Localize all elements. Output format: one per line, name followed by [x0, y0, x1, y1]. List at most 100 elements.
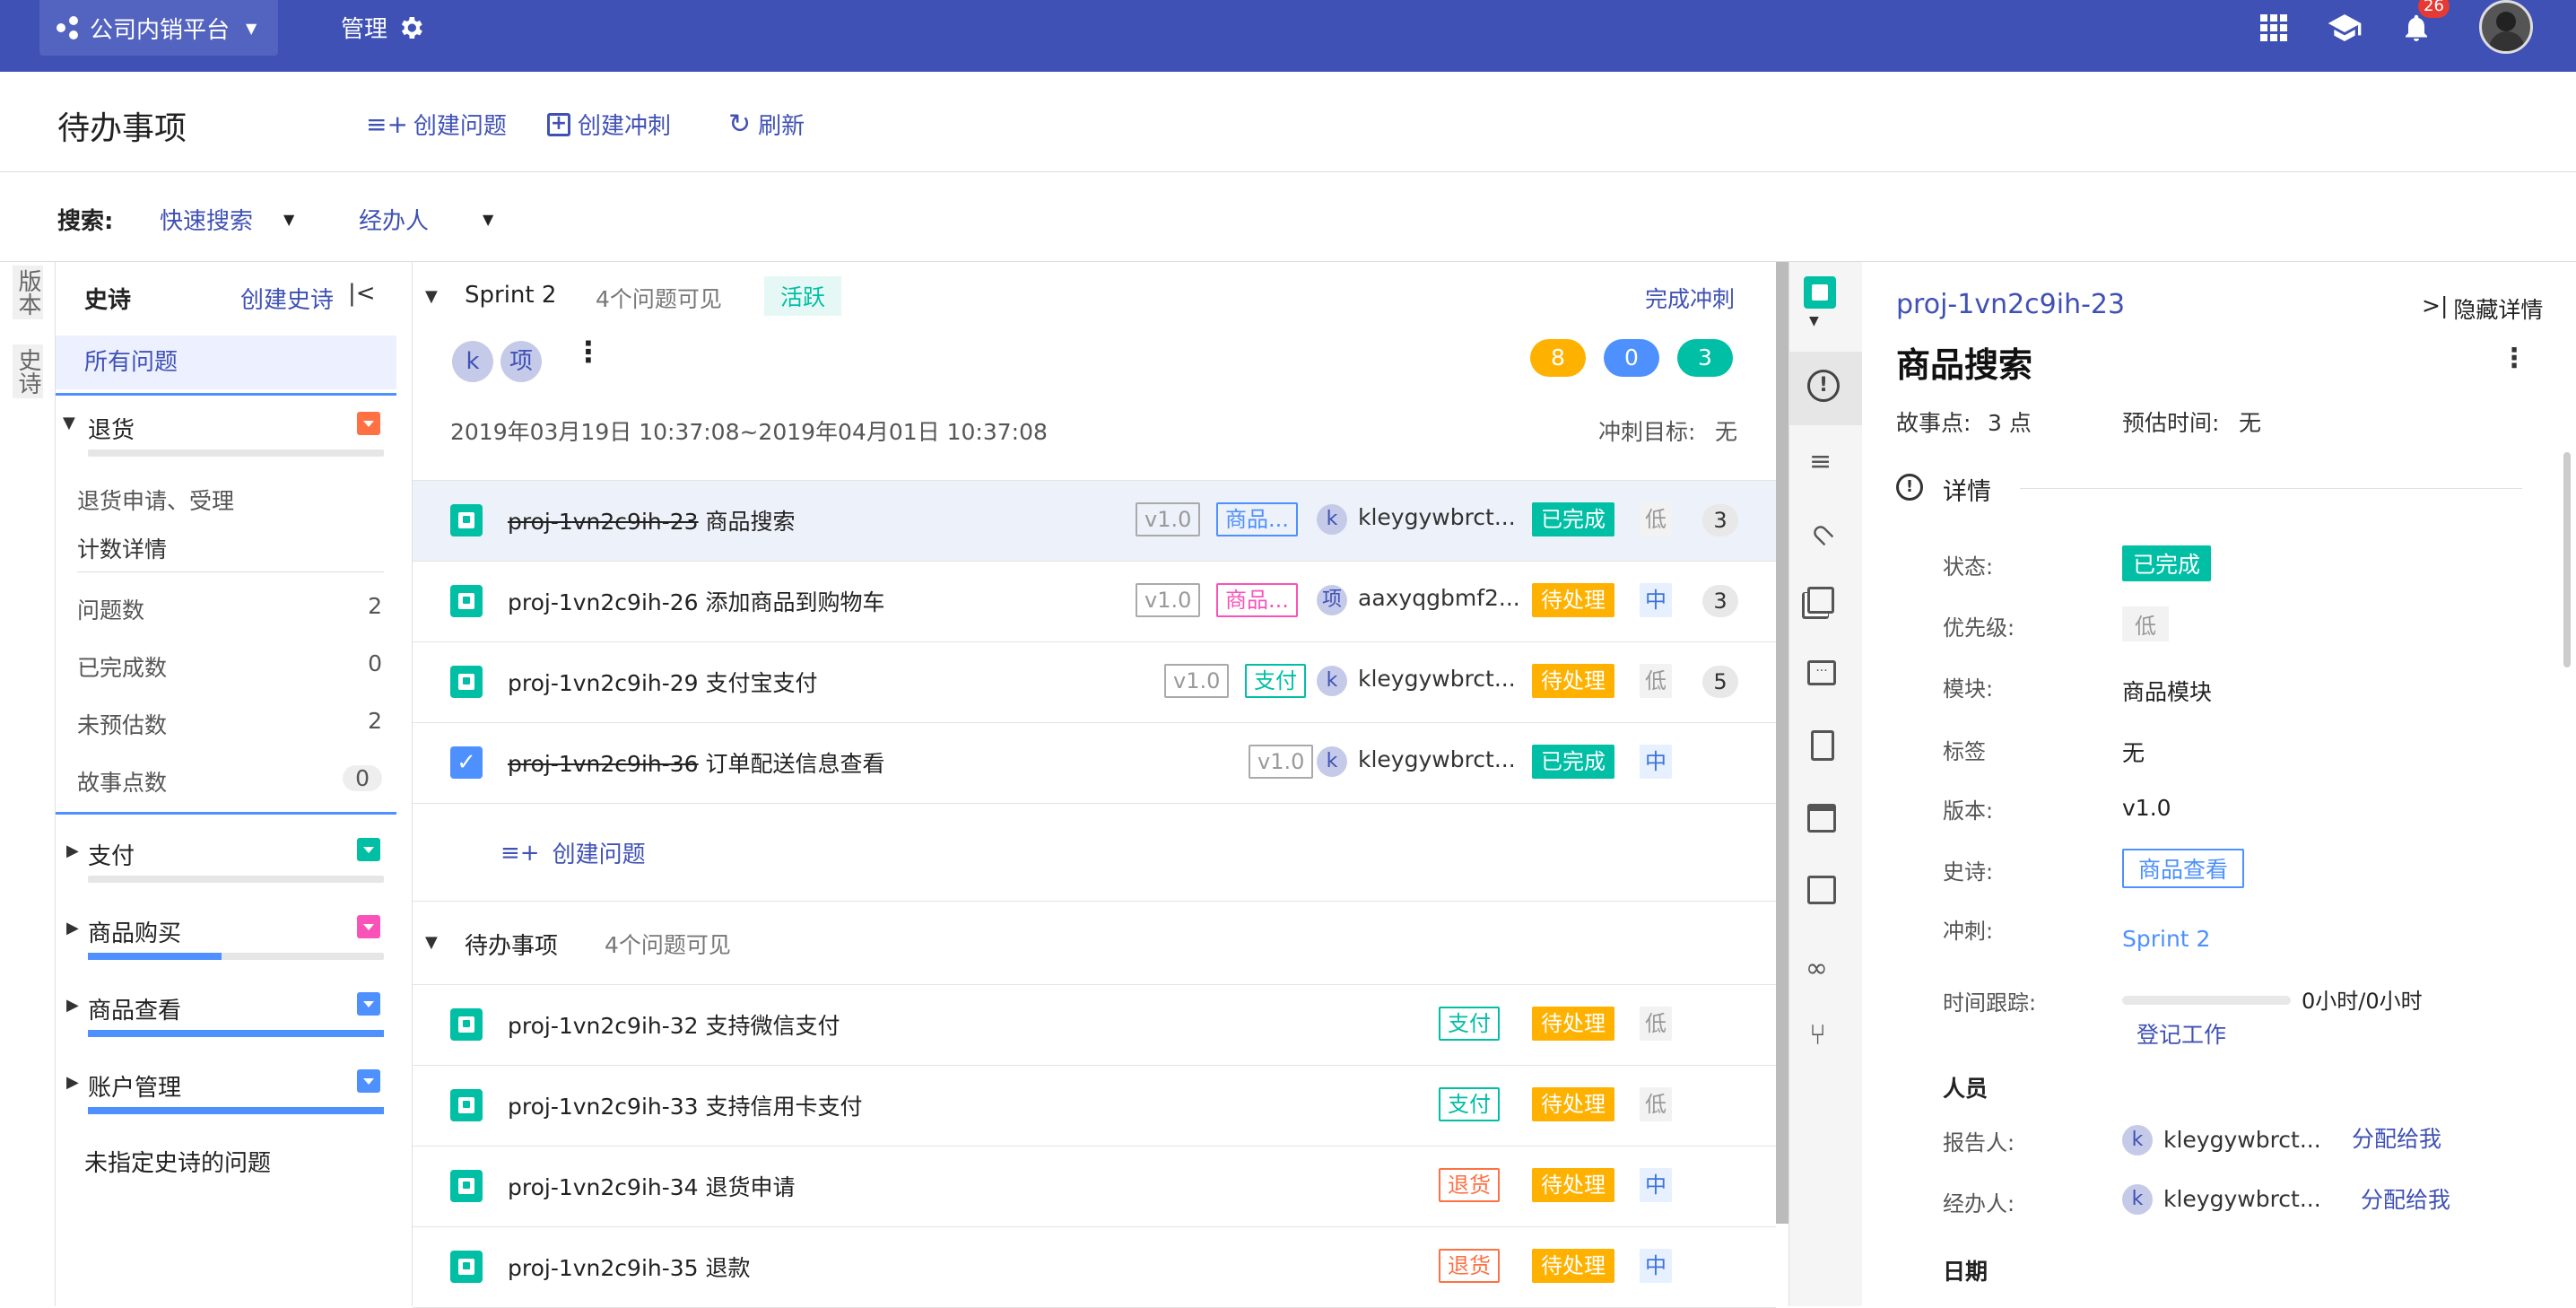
caret-down-icon[interactable]: ▼	[425, 933, 438, 952]
epic-color-swatch[interactable]	[357, 838, 380, 861]
tab-epic[interactable]: 史诗	[13, 344, 43, 398]
graduation-cap-icon[interactable]	[2327, 13, 2363, 43]
issue-row[interactable]: proj-1vn2c9ih-26 添加商品到购物车 v1.0 商品... 项 a…	[413, 562, 1776, 642]
complete-sprint-button[interactable]: 完成冲刺	[1645, 282, 1735, 314]
detail-issue-title[interactable]: 商品搜索	[1896, 337, 2032, 387]
epic-item-payment[interactable]: ▶ 支付	[56, 831, 396, 903]
module-value[interactable]: 商品模块	[2122, 675, 2212, 707]
epic-tag: 退货	[1439, 1168, 1500, 1202]
status-badge: 待处理	[1532, 1007, 1614, 1041]
status-value[interactable]: 已完成	[2122, 545, 2212, 581]
create-issue-inline-button[interactable]: ≡+ 创建问题	[500, 836, 646, 869]
issue-row[interactable]: proj-1vn2c9ih-29 支付宝支付 v1.0 支付 k kleygyw…	[413, 642, 1776, 723]
issue-title[interactable]: proj-1vn2c9ih-36 订单配送信息查看	[508, 746, 885, 779]
issue-title[interactable]: proj-1vn2c9ih-29 支付宝支付	[508, 666, 818, 698]
issue-title[interactable]: proj-1vn2c9ih-34 退货申请	[508, 1170, 796, 1202]
epic-item-account[interactable]: ▶ 账户管理	[56, 1062, 396, 1134]
info-icon[interactable]: !	[1807, 370, 1840, 402]
log-work-button[interactable]: 登记工作	[2137, 1017, 2226, 1050]
epic-item-product-purchase[interactable]: ▶ 商品购买	[56, 908, 396, 980]
all-issues-item[interactable]: 所有问题	[56, 336, 396, 389]
more-vert-icon[interactable]: ⋮	[574, 337, 603, 366]
detail-scrollbar[interactable]	[2563, 452, 2571, 667]
assignee-avatar: 项	[1317, 585, 1347, 615]
issue-type-selector[interactable]: ▼	[1802, 276, 1841, 330]
version-value[interactable]: v1.0	[2122, 795, 2171, 821]
issue-row[interactable]: proj-1vn2c9ih-32 支持微信支付 支付 待处理 低	[413, 985, 1776, 1066]
time-tracking-label: 时间跟踪:	[1943, 990, 2037, 1016]
branch-icon[interactable]: ⑂	[1809, 1017, 1826, 1051]
copy-icon[interactable]	[1807, 876, 1836, 904]
issue-title[interactable]: proj-1vn2c9ih-35 退款	[508, 1251, 751, 1283]
create-epic-button[interactable]: 创建史诗	[240, 282, 334, 315]
issue-title[interactable]: proj-1vn2c9ih-33 支持信用卡支付	[508, 1089, 863, 1121]
priority-badge: 低	[1640, 502, 1672, 536]
epic-item-return[interactable]: ▼ 退货 退货申请、受理 计数详情 问题数 2 已完成数 0 未预估数 2 故事…	[56, 393, 396, 815]
assign-to-me-button[interactable]: 分配给我	[2361, 1182, 2450, 1215]
create-issue-button[interactable]: ≡+ 创建问题	[366, 108, 507, 141]
manage-button[interactable]: 管理	[341, 11, 425, 44]
apps-grid-icon[interactable]	[2260, 14, 2287, 41]
issue-title[interactable]: proj-1vn2c9ih-23 商品搜索	[508, 504, 796, 536]
description-icon[interactable]: ≡	[1809, 449, 1832, 475]
assignee-avatar: k	[1317, 504, 1347, 535]
refresh-label: 刷新	[758, 113, 805, 140]
priority-value[interactable]: 低	[2122, 606, 2169, 641]
issue-title[interactable]: proj-1vn2c9ih-32 支持微信支付	[508, 1008, 840, 1041]
caret-down-icon: ▼	[63, 414, 75, 432]
stat-label: 问题数	[77, 597, 145, 623]
issue-row[interactable]: proj-1vn2c9ih-34 退货申请 退货 待处理 中	[413, 1147, 1776, 1227]
issue-row[interactable]: proj-1vn2c9ih-35 退款 退货 待处理 中	[413, 1227, 1776, 1308]
detail-icon-bar: ▼ ! ≡ ⊂ ··· ∞ ⑂	[1788, 262, 1863, 1306]
link-icon[interactable]: ∞	[1806, 953, 1828, 984]
epic-color-swatch[interactable]	[357, 1069, 380, 1093]
epic-progress-fill	[88, 1107, 384, 1114]
sprint-avatar[interactable]: 项	[500, 341, 542, 382]
scrollbar[interactable]	[1776, 262, 1788, 1224]
epic-color-swatch[interactable]	[357, 412, 380, 435]
epic-value[interactable]: 商品查看	[2122, 849, 2245, 888]
issue-row[interactable]: ✓ proj-1vn2c9ih-36 订单配送信息查看 v1.0 k kleyg…	[413, 723, 1776, 804]
epic-item-product-view[interactable]: ▶ 商品查看	[56, 985, 396, 1057]
reporter-name[interactable]: kleygywbrct...	[2163, 1127, 2321, 1153]
assignee-avatar: k	[1317, 666, 1347, 696]
detail-issue-key[interactable]: proj-1vn2c9ih-23	[1896, 289, 2125, 320]
issue-row[interactable]: proj-1vn2c9ih-23 商品搜索 v1.0 商品... k kleyg…	[413, 481, 1776, 562]
assign-to-me-button[interactable]: 分配给我	[2352, 1121, 2441, 1154]
comment-icon[interactable]: ···	[1807, 660, 1836, 685]
sprint-avatar[interactable]: k	[452, 341, 493, 382]
priority-badge: 中	[1640, 1249, 1672, 1283]
backlog-list: ▼ Sprint 2 4个问题可见 活跃 完成冲刺 k 项 ⋮ 8 0 3 20…	[413, 262, 1776, 1308]
quick-search-dropdown[interactable]: 快速搜索 ▼	[160, 203, 294, 236]
count-details-heading: 计数详情	[77, 532, 384, 572]
assignee-name[interactable]: kleygywbrct...	[2163, 1186, 2321, 1212]
stat-row: 已完成数 0	[77, 650, 382, 683]
caret-down-icon[interactable]: ▼	[425, 287, 438, 306]
refresh-button[interactable]: ↻ 刷新	[728, 108, 805, 141]
issue-title[interactable]: proj-1vn2c9ih-26 添加商品到购物车	[508, 585, 885, 617]
unassigned-epic-issues[interactable]: 未指定史诗的问题	[84, 1145, 271, 1178]
library-icon[interactable]	[1807, 587, 1834, 614]
tab-version[interactable]: 版本	[13, 266, 43, 319]
user-avatar[interactable]	[2479, 0, 2533, 54]
labels-value[interactable]: 无	[2122, 736, 2145, 768]
collapse-panel-icon[interactable]: |<	[348, 280, 376, 307]
time-tracking-value: 0小时/0小时	[2302, 989, 2423, 1014]
epic-color-swatch[interactable]	[357, 992, 380, 1016]
epic-name: 支付	[88, 843, 135, 870]
clipboard-icon[interactable]	[1811, 730, 1834, 761]
stat-label: 故事点数	[77, 770, 168, 796]
calendar-icon[interactable]	[1807, 804, 1836, 833]
epic-label: 史诗:	[1943, 859, 1994, 885]
hide-details-button[interactable]: >| 隐藏详情	[2422, 292, 2543, 325]
attachment-icon[interactable]: ⊂	[1802, 513, 1843, 554]
status-label: 状态:	[1943, 554, 1994, 580]
project-selector[interactable]: 公司内销平台 ▼	[39, 0, 278, 56]
more-vert-icon[interactable]: ⋮	[2501, 343, 2528, 374]
create-sprint-button[interactable]: + 创建冲刺	[547, 108, 671, 141]
assignee-filter-dropdown[interactable]: 经办人 ▼	[359, 203, 493, 236]
sprint-value[interactable]: Sprint 2	[2122, 926, 2210, 952]
epic-color-swatch[interactable]	[357, 915, 380, 938]
assignee-avatar: k	[1317, 746, 1347, 777]
issue-row[interactable]: proj-1vn2c9ih-33 支持信用卡支付 支付 待处理 低	[413, 1066, 1776, 1147]
